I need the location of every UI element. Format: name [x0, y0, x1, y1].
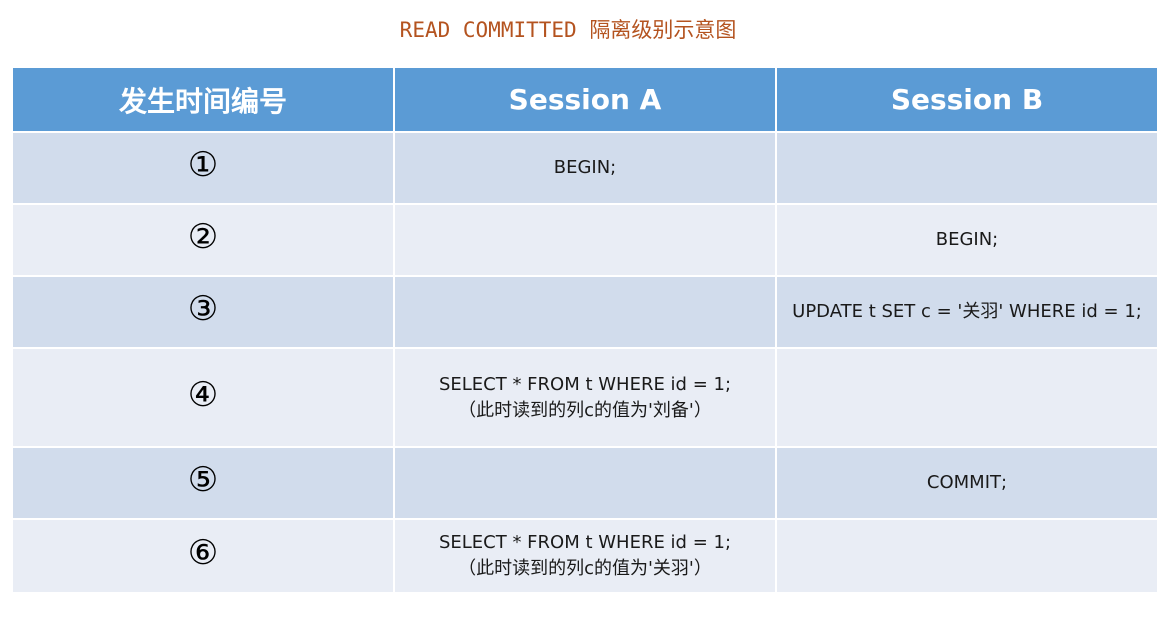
- session-a-note: （此时读到的列c的值为'关羽'）: [458, 558, 712, 579]
- session-b-text: COMMIT;: [926, 472, 1008, 493]
- session-b-cell: BEGIN;: [775, 203, 1159, 277]
- session-a-cell: SELECT * FROM t WHERE id = 1; （此时读到的列c的值…: [393, 347, 777, 448]
- session-b-cell: [775, 518, 1159, 594]
- table-row: ⑤ COMMIT;: [11, 446, 1159, 520]
- header-session-a: Session A: [393, 66, 777, 133]
- session-a-text: BEGIN;: [553, 157, 617, 178]
- session-b-cell: COMMIT;: [775, 446, 1159, 520]
- header-time-number: 发生时间编号: [11, 66, 395, 133]
- step-number: ③: [187, 289, 219, 329]
- session-b-cell: UPDATE t SET c = '关羽' WHERE id = 1;: [775, 275, 1159, 349]
- table-row: ④ SELECT * FROM t WHERE id = 1; （此时读到的列c…: [11, 347, 1159, 448]
- step-number-cell: ①: [11, 131, 395, 205]
- table-row: ③ UPDATE t SET c = '关羽' WHERE id = 1;: [11, 275, 1159, 349]
- step-number-cell: ④: [11, 347, 395, 448]
- step-number-cell: ③: [11, 275, 395, 349]
- session-b-text: BEGIN;: [935, 229, 999, 250]
- session-a-cell: SELECT * FROM t WHERE id = 1; （此时读到的列c的值…: [393, 518, 777, 594]
- table-row: ⑥ SELECT * FROM t WHERE id = 1; （此时读到的列c…: [11, 518, 1159, 594]
- table-row: ① BEGIN;: [11, 131, 1159, 205]
- session-b-text: UPDATE t SET c = '关羽' WHERE id = 1;: [792, 301, 1142, 322]
- session-a-text: SELECT * FROM t WHERE id = 1;: [438, 373, 732, 395]
- session-a-cell: [393, 275, 777, 349]
- session-b-cell: [775, 347, 1159, 448]
- session-a-cell: [393, 446, 777, 520]
- session-a-cell: [393, 203, 777, 277]
- header-row: 发生时间编号 Session A Session B: [11, 66, 1159, 133]
- session-a-note: （此时读到的列c的值为'刘备'）: [458, 399, 712, 421]
- table-row: ② BEGIN;: [11, 203, 1159, 277]
- session-a-text: SELECT * FROM t WHERE id = 1;: [438, 532, 732, 553]
- session-a-cell: BEGIN;: [393, 131, 777, 205]
- page-title: READ COMMITTED 隔离级别示意图: [399, 18, 737, 42]
- step-number: ②: [187, 217, 219, 257]
- step-number: ⑤: [187, 460, 219, 500]
- step-number-cell: ⑤: [11, 446, 395, 520]
- step-number-cell: ⑥: [11, 518, 395, 594]
- step-number-cell: ②: [11, 203, 395, 277]
- step-number: ④: [187, 374, 219, 415]
- step-number: ⑥: [187, 533, 219, 573]
- step-number: ①: [187, 145, 219, 185]
- isolation-table: 发生时间编号 Session A Session B ① BEGIN; ② BE…: [11, 66, 1159, 594]
- session-b-cell: [775, 131, 1159, 205]
- header-session-b: Session B: [775, 66, 1159, 133]
